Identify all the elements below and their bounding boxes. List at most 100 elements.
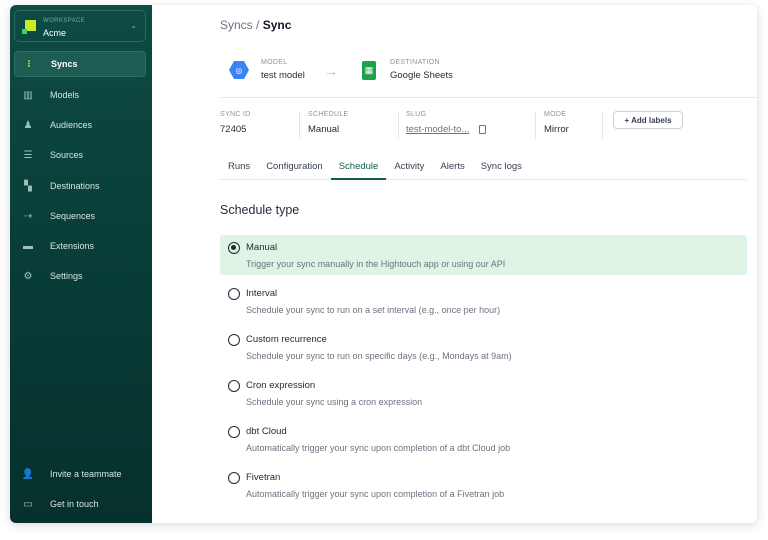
sidebar-item-label: Destinations — [50, 181, 100, 191]
schedule-option-cron[interactable]: Cron expression Schedule your sync using … — [220, 373, 747, 413]
slug-label: SLUG — [406, 111, 427, 118]
schedule-option-dbt-cloud[interactable]: dbt Cloud Automatically trigger your sync… — [220, 419, 747, 459]
audiences-icon: ♟ — [23, 119, 33, 131]
destinations-icon: ▚ — [24, 180, 32, 192]
option-description: Schedule your sync to run on a set inter… — [246, 305, 501, 315]
get-in-touch-button[interactable]: ▭ Get in touch — [14, 491, 146, 517]
tab-sync-logs[interactable]: Sync logs — [473, 160, 530, 180]
slug-meta: SLUG test-model-to... — [406, 111, 487, 135]
option-title: Manual — [246, 242, 278, 253]
radio[interactable] — [228, 288, 240, 300]
option-title: Fivetran — [246, 472, 281, 483]
radio-selected[interactable] — [228, 242, 240, 254]
main-content: Syncs / Sync ◎ MODEL test model → ▦ DESTI… — [152, 5, 757, 523]
breadcrumb-syncs-link[interactable]: Syncs — [220, 18, 253, 32]
option-description: Automatically trigger your sync upon com… — [246, 443, 511, 453]
google-sheets-icon: ▦ — [362, 60, 376, 80]
mode-label: MODE — [544, 111, 567, 118]
option-description: Schedule your sync to run on specific da… — [246, 351, 512, 361]
sidebar-item-label: Syncs — [51, 59, 78, 69]
option-description: Schedule your sync using a cron expressi… — [246, 397, 423, 407]
sidebar-item-extensions[interactable]: ▬ Extensions — [14, 233, 146, 259]
sidebar-item-label: Settings — [50, 271, 83, 281]
workspace-label: WORKSPACE — [43, 18, 86, 24]
sidebar-item-destinations[interactable]: ▚ Destinations — [14, 173, 146, 199]
workspace-logo-icon — [22, 20, 36, 34]
sync-id: SYNC ID 72405 — [220, 111, 251, 135]
models-icon: ▥ — [23, 89, 33, 101]
schedule-option-interval[interactable]: Interval Schedule your sync to run on a s… — [220, 281, 747, 321]
sidebar-item-syncs[interactable]: ⁝ Syncs — [14, 51, 146, 77]
syncs-icon: ⁝ — [27, 58, 31, 70]
sidebar-item-label: Get in touch — [50, 499, 99, 509]
radio[interactable] — [228, 334, 240, 346]
tab-activity[interactable]: Activity — [386, 160, 432, 180]
option-description: Automatically trigger your sync upon com… — [246, 489, 505, 499]
sidebar: WORKSPACE Acme ⌄ ⁝ Syncs ▥ Models ♟ Audienc… — [10, 5, 152, 523]
sidebar-item-models[interactable]: ▥ Models — [14, 82, 146, 108]
sync-id-label: SYNC ID — [220, 111, 251, 118]
model-info[interactable]: ◎ MODEL test model — [229, 59, 305, 81]
schedule-label: SCHEDULE — [308, 111, 349, 118]
mode-meta: MODE Mirror — [544, 111, 569, 135]
workspace-switcher[interactable]: WORKSPACE Acme ⌄ — [14, 10, 146, 42]
tab-runs[interactable]: Runs — [220, 160, 258, 180]
chevron-down-icon: ⌄ — [130, 21, 137, 30]
schedule-option-manual[interactable]: Manual Trigger your sync manually in the … — [220, 235, 747, 275]
slug-link[interactable]: test-model-to... — [406, 124, 469, 135]
bigquery-icon: ◎ — [229, 61, 249, 79]
tab-bar: Runs Configuration Schedule Activity Ale… — [220, 160, 747, 180]
sidebar-item-label: Extensions — [50, 241, 95, 251]
divider — [299, 111, 300, 139]
divider — [398, 111, 399, 139]
sidebar-item-audiences[interactable]: ♟ Audiences — [14, 112, 146, 138]
option-title: Cron expression — [246, 380, 316, 391]
schedule-meta: SCHEDULE Manual — [308, 111, 349, 135]
sidebar-item-label: Sequences — [50, 211, 96, 221]
divider — [602, 111, 603, 139]
sources-icon: ☰ — [23, 149, 33, 161]
invite-teammate-button[interactable]: 👤 Invite a teammate — [14, 461, 146, 487]
sidebar-item-label: Models — [50, 90, 80, 100]
destination-label: DESTINATION — [390, 59, 440, 66]
option-title: Custom recurrence — [246, 334, 327, 345]
divider — [220, 97, 757, 98]
mode-value: Mirror — [544, 124, 569, 135]
tab-alerts[interactable]: Alerts — [432, 160, 472, 180]
page-title: Sync — [262, 18, 292, 32]
schedule-value: Manual — [308, 124, 340, 135]
copy-icon[interactable] — [479, 124, 487, 134]
option-title: dbt Cloud — [246, 426, 287, 437]
extensions-icon: ▬ — [23, 240, 33, 252]
tab-configuration[interactable]: Configuration — [258, 160, 331, 180]
app-window: WORKSPACE Acme ⌄ ⁝ Syncs ▥ Models ♟ Audienc… — [10, 5, 757, 523]
model-value: test model — [261, 70, 305, 81]
option-title: Interval — [246, 288, 278, 299]
sidebar-item-settings[interactable]: ⚙ Settings — [14, 263, 146, 289]
arrow-right-icon: → — [324, 63, 338, 79]
sidebar-item-label: Sources — [50, 150, 84, 160]
option-description: Trigger your sync manually in the Highto… — [246, 259, 506, 269]
schedule-option-fivetran[interactable]: Fivetran Automatically trigger your sync … — [220, 465, 747, 505]
sidebar-item-label: Invite a teammate — [50, 469, 122, 479]
schedule-option-custom-recurrence[interactable]: Custom recurrence Schedule your sync to r… — [220, 327, 747, 367]
add-labels-button[interactable]: + Add labels — [613, 111, 683, 129]
settings-icon: ⚙ — [23, 270, 33, 282]
radio[interactable] — [228, 426, 240, 438]
sidebar-item-label: Audiences — [50, 120, 93, 130]
breadcrumb-separator: / — [256, 18, 260, 32]
schedule-type-heading: Schedule type — [220, 203, 300, 217]
sidebar-item-sequences[interactable]: ⇢ Sequences — [14, 203, 146, 229]
breadcrumb: Syncs / Sync — [220, 18, 291, 32]
tab-schedule[interactable]: Schedule — [330, 160, 387, 180]
destination-info[interactable]: ▦ DESTINATION Google Sheets — [362, 59, 453, 81]
sidebar-item-sources[interactable]: ☰ Sources — [14, 142, 146, 168]
sequences-icon: ⇢ — [23, 210, 33, 222]
destination-value: Google Sheets — [390, 70, 453, 81]
add-user-icon: 👤 — [21, 468, 35, 480]
radio[interactable] — [228, 472, 240, 484]
divider — [535, 111, 536, 139]
radio[interactable] — [228, 380, 240, 392]
workspace-name: Acme — [43, 28, 67, 38]
model-label: MODEL — [261, 59, 288, 66]
